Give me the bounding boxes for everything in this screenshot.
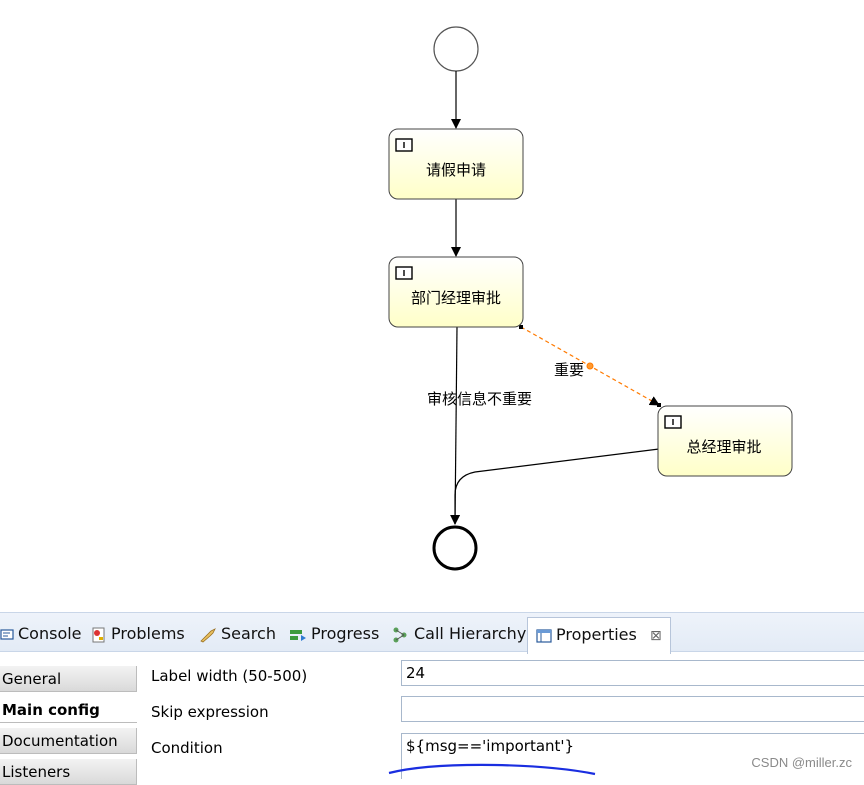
task-apply[interactable]: 请假申请 xyxy=(388,128,524,200)
label-width-label: Label width (50-500) xyxy=(151,667,308,685)
sidebar-item-listeners[interactable]: Listeners xyxy=(0,759,137,785)
user-task-icon xyxy=(664,415,682,429)
view-tab-bar: Console Problems Search Progress Call Hi… xyxy=(0,612,864,654)
user-task-icon xyxy=(395,138,413,152)
tab-problems[interactable]: Problems xyxy=(91,619,185,649)
sidebar-item-main-config[interactable]: Main config xyxy=(0,697,137,723)
tab-label: Console xyxy=(18,624,82,643)
tab-call-hierarchy[interactable]: Call Hierarchy xyxy=(392,619,526,649)
tab-label: Problems xyxy=(111,624,185,643)
label-width-input[interactable]: 24 xyxy=(401,660,864,686)
selection-handle[interactable] xyxy=(657,403,661,407)
skip-expression-input[interactable] xyxy=(401,696,864,722)
flow-label-not-important[interactable]: 审核信息不重要 xyxy=(427,390,532,408)
tab-label: Properties xyxy=(556,625,637,644)
flow-midpoint-handle[interactable] xyxy=(586,362,594,370)
call-hierarchy-icon xyxy=(393,627,407,642)
problems-icon xyxy=(92,627,105,642)
task-label: 总经理审批 xyxy=(686,438,761,456)
flow-gm-to-end[interactable] xyxy=(454,448,660,524)
tab-label: Search xyxy=(221,624,276,643)
task-label: 部门经理审批 xyxy=(411,289,501,307)
tab-label: Call Hierarchy xyxy=(414,624,527,643)
tab-console[interactable]: Console xyxy=(0,619,82,649)
tab-properties[interactable]: Properties ⊠ xyxy=(527,617,671,654)
task-dept[interactable]: 部门经理审批 xyxy=(388,256,524,328)
condition-label: Condition xyxy=(151,739,223,757)
start-event[interactable] xyxy=(433,26,479,72)
properties-icon xyxy=(536,628,552,643)
tab-progress[interactable]: Progress xyxy=(289,619,379,649)
progress-icon xyxy=(290,629,306,641)
watermark: CSDN @miller.zc xyxy=(751,755,852,770)
console-icon xyxy=(0,628,14,640)
user-task-icon xyxy=(395,266,413,280)
bpmn-diagram: 请假申请 部门经理审批 总经理审批 重要 审核信息不重要 xyxy=(388,26,793,571)
close-icon[interactable]: ⊠ xyxy=(650,628,662,644)
skip-expression-label: Skip expression xyxy=(151,703,269,721)
end-event[interactable] xyxy=(432,525,478,571)
sidebar-item-general[interactable]: General xyxy=(0,666,137,692)
flow-label-important[interactable]: 重要 xyxy=(554,361,584,379)
search-icon xyxy=(200,627,216,642)
task-gm[interactable]: 总经理审批 xyxy=(657,405,793,477)
sidebar-item-documentation[interactable]: Documentation xyxy=(0,728,137,754)
properties-sidebar: General Main config Documentation Listen… xyxy=(0,652,140,785)
tab-search[interactable]: Search xyxy=(199,619,276,649)
tab-label: Progress xyxy=(311,624,380,643)
underline-annotation xyxy=(388,763,596,776)
task-label: 请假申请 xyxy=(426,161,486,179)
